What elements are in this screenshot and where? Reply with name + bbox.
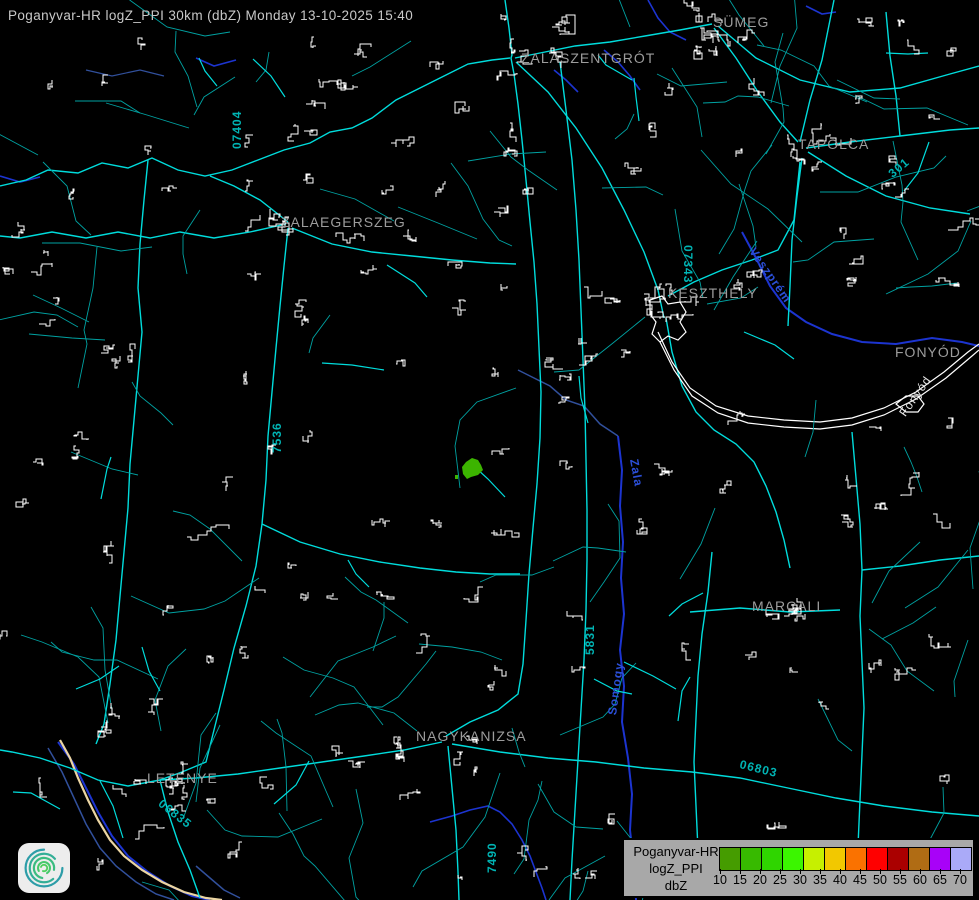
legend-product-line: Poganyvar-HR xyxy=(630,843,722,860)
cyclone-spiral-icon xyxy=(21,845,67,891)
legend-color-cell xyxy=(740,847,762,871)
legend-tick-value: 60 xyxy=(909,873,931,887)
legend-color-cell xyxy=(887,847,909,871)
legend-tick-value: 35 xyxy=(809,873,831,887)
legend-color-cell xyxy=(908,847,930,871)
legend-tick-value: 30 xyxy=(789,873,811,887)
legend-color-cell xyxy=(950,847,972,871)
legend-color-cell xyxy=(761,847,783,871)
product-title: Poganyvar-HR logZ_PPI 30km (dbZ) Monday … xyxy=(8,8,413,23)
legend-color-cell xyxy=(866,847,888,871)
legend-tick-value: 70 xyxy=(949,873,971,887)
legend-tick-value: 10 xyxy=(709,873,731,887)
legend-color-cell xyxy=(782,847,804,871)
radar-viewport: ZALASZENTGRÓTSÜMEGTAPOLCAZALAEGERSZEGKES… xyxy=(0,0,979,900)
rivers-layer xyxy=(0,0,979,900)
legend-color-cell xyxy=(845,847,867,871)
legend-tick-value: 50 xyxy=(869,873,891,887)
legend-color-bar xyxy=(720,847,972,871)
legend-tick-value: 40 xyxy=(829,873,851,887)
legend-tick-value: 65 xyxy=(929,873,951,887)
settlements-layer xyxy=(0,0,979,900)
legend-color-cell xyxy=(803,847,825,871)
met-logo xyxy=(18,843,70,893)
legend-tick-value: 45 xyxy=(849,873,871,887)
legend-tick-value: 15 xyxy=(729,873,751,887)
radar-echo xyxy=(455,458,483,479)
shoreline-layer xyxy=(650,296,979,429)
legend-tick-value: 25 xyxy=(769,873,791,887)
dbz-legend: Poganyvar-HRlogZ_PPIdbZ 1015202530354045… xyxy=(622,838,975,898)
legend-tick-value: 20 xyxy=(749,873,771,887)
legend-tick-value: 55 xyxy=(889,873,911,887)
legend-color-cell xyxy=(929,847,951,871)
map-canvas xyxy=(0,0,979,900)
roads-layer xyxy=(0,0,979,900)
legend-color-cell xyxy=(719,847,741,871)
legend-color-cell xyxy=(824,847,846,871)
